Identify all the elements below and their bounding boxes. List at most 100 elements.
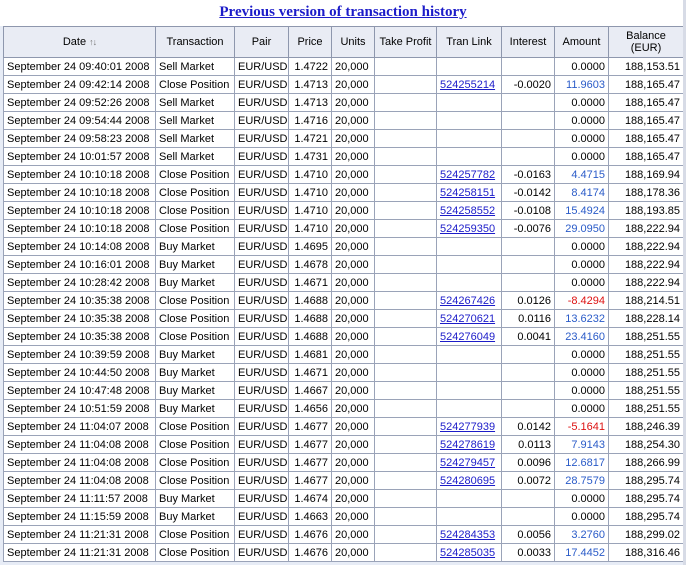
- cell-pair: EUR/USD: [234, 417, 289, 436]
- table-row: September 24 10:10:18 2008 Close Position…: [3, 201, 684, 220]
- cell-units: 20,000: [331, 399, 375, 418]
- table-row: September 24 10:44:50 2008 Buy Market EUR/…: [3, 363, 684, 382]
- table-row: September 24 11:04:08 2008 Close Position…: [3, 435, 684, 454]
- cell-interest: [501, 507, 555, 526]
- cell-transaction: Close Position: [155, 291, 235, 310]
- cell-balance: 188,295.74: [608, 471, 684, 490]
- cell-date: September 24 10:16:01 2008: [3, 255, 156, 274]
- cell-pair: EUR/USD: [234, 291, 289, 310]
- cell-transaction: Buy Market: [155, 507, 235, 526]
- cell-interest: -0.0163: [501, 165, 555, 184]
- cell-tran-link: [436, 507, 502, 526]
- cell-transaction: Buy Market: [155, 363, 235, 382]
- cell-pair: EUR/USD: [234, 219, 289, 238]
- cell-tran-link: 524255214: [436, 75, 502, 94]
- cell-interest: [501, 255, 555, 274]
- cell-transaction: Close Position: [155, 453, 235, 472]
- cell-date: September 24 09:40:01 2008: [3, 57, 156, 76]
- tran-link[interactable]: 524285035: [440, 547, 495, 559]
- cell-take-profit: [374, 93, 437, 112]
- tran-link[interactable]: 524277939: [440, 421, 495, 433]
- cell-pair: EUR/USD: [234, 273, 289, 292]
- table-row: September 24 11:04:08 2008 Close Position…: [3, 471, 684, 490]
- cell-balance: 188,251.55: [608, 327, 684, 346]
- transaction-table: Date ↑↓ Transaction Pair Price Units Tak…: [3, 26, 684, 562]
- tran-link[interactable]: 524270621: [440, 313, 495, 325]
- cell-tran-link: [436, 111, 502, 130]
- cell-date: September 24 11:21:31 2008: [3, 525, 156, 544]
- cell-tran-link: [436, 93, 502, 112]
- cell-price: 1.4731: [288, 147, 332, 166]
- cell-units: 20,000: [331, 165, 375, 184]
- cell-amount: 28.7579: [554, 471, 609, 490]
- tran-link[interactable]: 524257782: [440, 169, 495, 181]
- cell-pair: EUR/USD: [234, 525, 289, 544]
- cell-tran-link: [436, 381, 502, 400]
- cell-balance: 188,222.94: [608, 219, 684, 238]
- cell-transaction: Buy Market: [155, 273, 235, 292]
- table-row: September 24 09:54:44 2008 Sell Market EUR…: [3, 111, 684, 130]
- cell-units: 20,000: [331, 93, 375, 112]
- tran-link[interactable]: 524284353: [440, 529, 495, 541]
- cell-units: 20,000: [331, 147, 375, 166]
- tran-link[interactable]: 524276049: [440, 331, 495, 343]
- tran-link[interactable]: 524258552: [440, 205, 495, 217]
- cell-balance: 188,266.99: [608, 453, 684, 472]
- cell-date: September 24 11:04:08 2008: [3, 435, 156, 454]
- cell-units: 20,000: [331, 345, 375, 364]
- table-row: September 24 11:04:08 2008 Close Position…: [3, 453, 684, 472]
- cell-date: September 24 10:47:48 2008: [3, 381, 156, 400]
- cell-balance: 188,222.94: [608, 255, 684, 274]
- table-row: September 24 09:58:23 2008 Sell Market EUR…: [3, 129, 684, 148]
- cell-take-profit: [374, 147, 437, 166]
- cell-take-profit: [374, 237, 437, 256]
- cell-price: 1.4674: [288, 489, 332, 508]
- cell-transaction: Close Position: [155, 327, 235, 346]
- cell-price: 1.4667: [288, 381, 332, 400]
- table-row: September 24 10:35:38 2008 Close Position…: [3, 327, 684, 346]
- table-row: September 24 10:28:42 2008 Buy Market EUR/…: [3, 273, 684, 292]
- cell-transaction: Sell Market: [155, 57, 235, 76]
- column-header-pair: Pair: [234, 26, 289, 58]
- cell-amount: 0.0000: [554, 273, 609, 292]
- tran-link[interactable]: 524280695: [440, 475, 495, 487]
- table-row: September 24 10:10:18 2008 Close Position…: [3, 183, 684, 202]
- cell-units: 20,000: [331, 471, 375, 490]
- transaction-history-page: Previous version of transaction history …: [0, 0, 686, 565]
- cell-units: 20,000: [331, 291, 375, 310]
- sort-arrows-icon[interactable]: ↑↓: [89, 37, 97, 47]
- column-header-date[interactable]: Date ↑↓: [3, 26, 156, 58]
- cell-price: 1.4676: [288, 525, 332, 544]
- cell-date: September 24 11:11:57 2008: [3, 489, 156, 508]
- table-row: September 24 10:39:59 2008 Buy Market EUR/…: [3, 345, 684, 364]
- tran-link[interactable]: 524255214: [440, 79, 495, 91]
- cell-tran-link: [436, 345, 502, 364]
- cell-tran-link: 524267426: [436, 291, 502, 310]
- cell-balance: 188,295.74: [608, 507, 684, 526]
- cell-take-profit: [374, 399, 437, 418]
- tran-link[interactable]: 524259350: [440, 223, 495, 235]
- cell-pair: EUR/USD: [234, 111, 289, 130]
- cell-pair: EUR/USD: [234, 399, 289, 418]
- cell-amount: 15.4924: [554, 201, 609, 220]
- cell-price: 1.4722: [288, 57, 332, 76]
- cell-interest: 0.0126: [501, 291, 555, 310]
- cell-units: 20,000: [331, 327, 375, 346]
- cell-units: 20,000: [331, 525, 375, 544]
- cell-tran-link: [436, 363, 502, 382]
- column-header-units: Units: [331, 26, 375, 58]
- tran-link[interactable]: 524258151: [440, 187, 495, 199]
- tran-link[interactable]: 524279457: [440, 457, 495, 469]
- cell-units: 20,000: [331, 489, 375, 508]
- cell-interest: [501, 93, 555, 112]
- cell-date: September 24 09:52:26 2008: [3, 93, 156, 112]
- cell-take-profit: [374, 75, 437, 94]
- cell-interest: [501, 147, 555, 166]
- previous-version-link[interactable]: Previous version of transaction history: [219, 4, 466, 21]
- cell-amount: 8.4174: [554, 183, 609, 202]
- cell-date: September 24 10:28:42 2008: [3, 273, 156, 292]
- tran-link[interactable]: 524267426: [440, 295, 495, 307]
- tran-link[interactable]: 524278619: [440, 439, 495, 451]
- cell-take-profit: [374, 273, 437, 292]
- table-row: September 24 10:35:38 2008 Close Position…: [3, 291, 684, 310]
